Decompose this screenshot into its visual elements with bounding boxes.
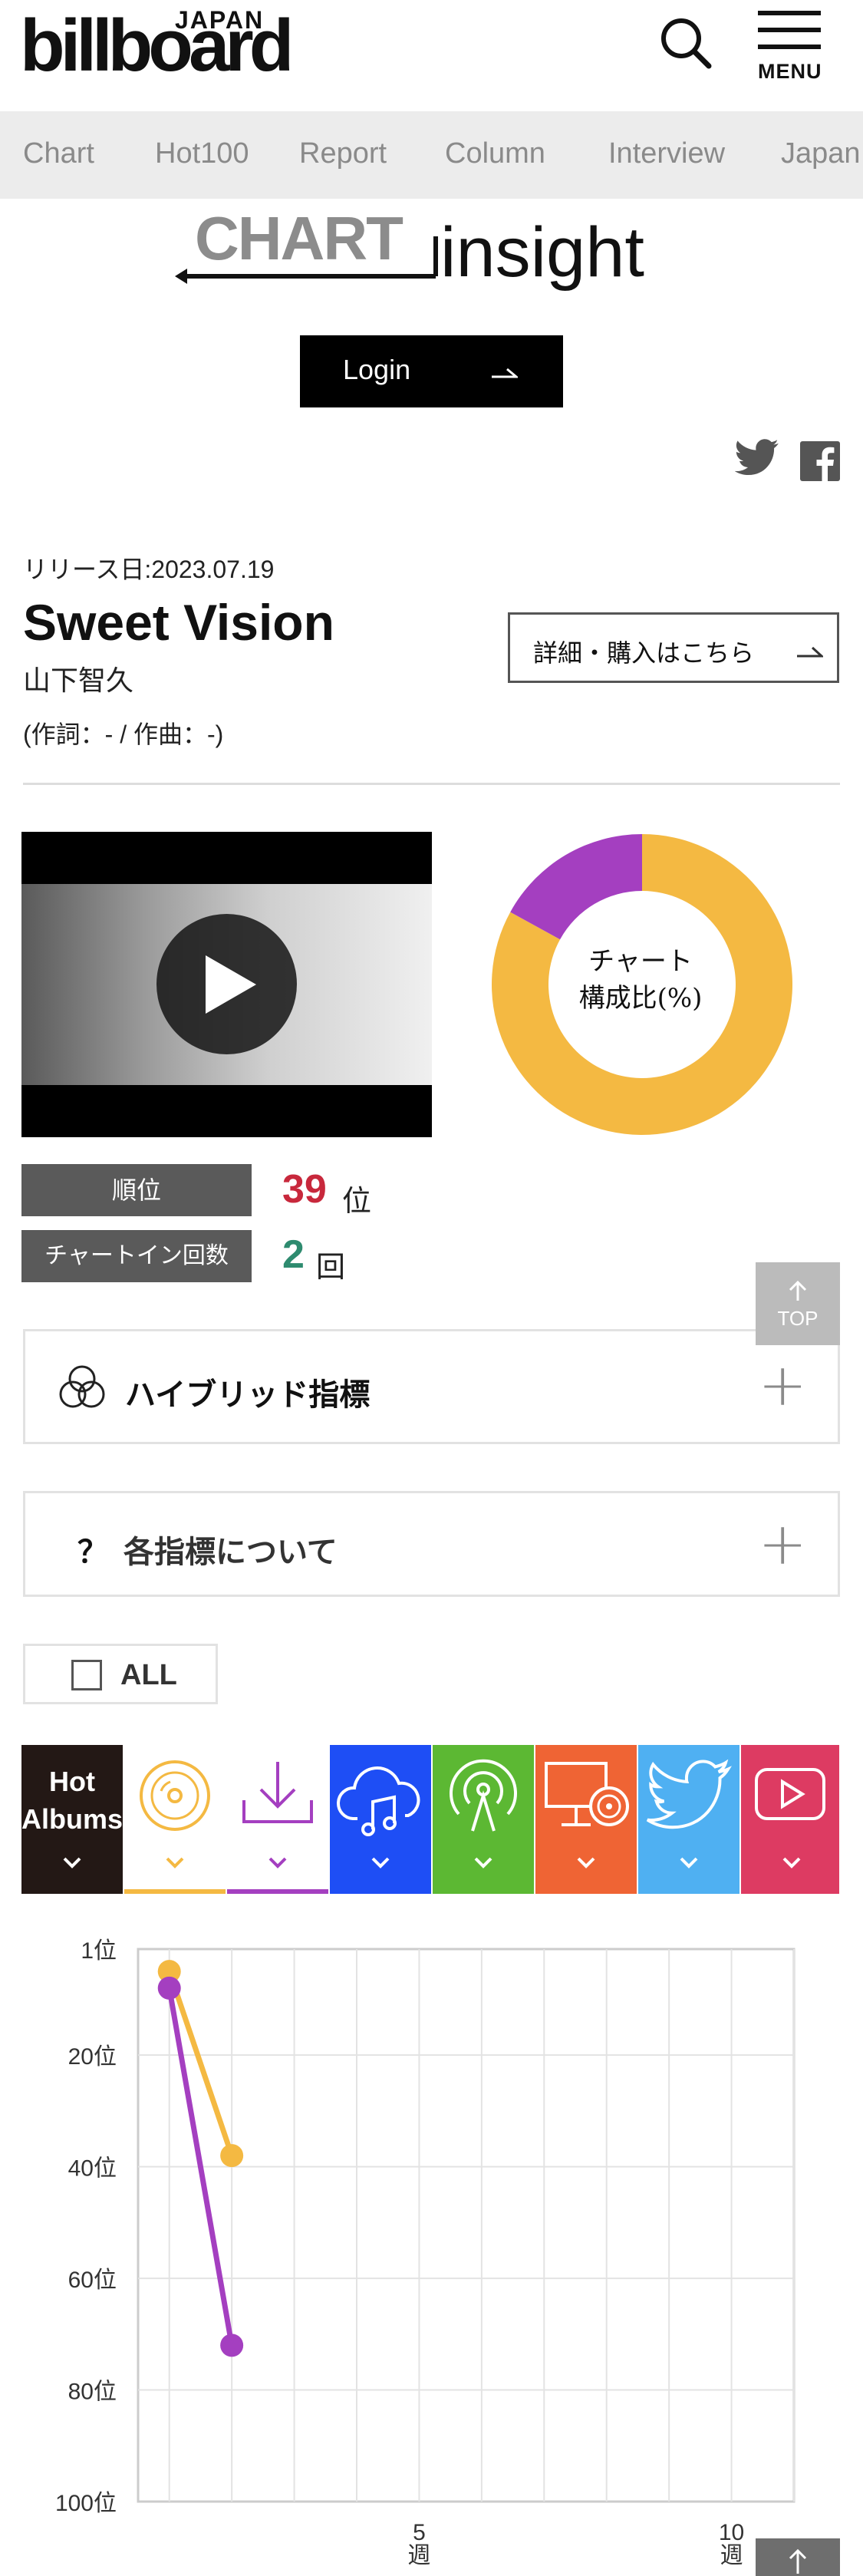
category-nav: Chart Hot100 Report Column Interview Jap… bbox=[0, 111, 863, 199]
question-mark-icon: ？ bbox=[77, 1535, 108, 1569]
download-icon bbox=[242, 1762, 313, 1823]
chevron-down-icon bbox=[474, 1857, 492, 1869]
tab-video[interactable] bbox=[741, 1745, 839, 1894]
all-checkbox[interactable] bbox=[71, 1660, 102, 1690]
search-icon[interactable] bbox=[658, 15, 713, 71]
rank-history-chart: 1位 20位 40位 60位 80位 100位 5 週 10 週 bbox=[55, 1938, 795, 2568]
buy-details-button[interactable]: 詳細・購入はこちら bbox=[508, 612, 839, 683]
insight-word: insight bbox=[440, 213, 644, 292]
y-tick-label: 40位 bbox=[68, 2156, 117, 2182]
nav-item-chart[interactable]: Chart bbox=[23, 137, 94, 170]
play-icon bbox=[206, 955, 256, 1014]
song-title: Sweet Vision bbox=[23, 594, 334, 651]
nav-item-interview[interactable]: Interview bbox=[608, 137, 725, 170]
x-tick-label: 5週 bbox=[407, 2520, 430, 2568]
tab-streaming[interactable] bbox=[330, 1745, 431, 1894]
donut-label-line1: チャート bbox=[588, 946, 693, 977]
nav-item-column[interactable]: Column bbox=[445, 137, 545, 170]
menu-label[interactable]: MENU bbox=[758, 60, 822, 84]
twitter-icon bbox=[646, 1759, 732, 1829]
tab-twitter[interactable] bbox=[638, 1745, 739, 1894]
cd-icon bbox=[140, 1760, 210, 1831]
chevron-down-icon bbox=[782, 1857, 801, 1869]
radio-tower-icon bbox=[450, 1759, 517, 1832]
songwriter-credit: (作詞：- / 作曲：-) bbox=[23, 721, 224, 748]
tab-lookup[interactable] bbox=[535, 1745, 637, 1894]
y-tick-label: 60位 bbox=[68, 2268, 117, 2293]
chevron-down-icon bbox=[63, 1857, 81, 1869]
billboard-logo[interactable]: billboard bbox=[20, 7, 294, 85]
y-tick-label: 80位 bbox=[68, 2380, 117, 2405]
tab-download[interactable] bbox=[227, 1745, 328, 1894]
arrow-up-icon bbox=[789, 2548, 807, 2574]
cloud-music-icon bbox=[336, 1766, 420, 1836]
chevron-down-icon bbox=[268, 1857, 287, 1869]
twitter-icon[interactable] bbox=[735, 439, 779, 476]
chart-insight-logo: CHART insight bbox=[175, 206, 644, 292]
play-button[interactable] bbox=[156, 914, 297, 1054]
data-point-sales[interactable] bbox=[220, 2144, 244, 2168]
hybrid-index-accordion[interactable]: ハイブリッド指標 + bbox=[23, 1329, 840, 1444]
venn-icon bbox=[59, 1365, 105, 1408]
menu-icon[interactable] bbox=[758, 9, 822, 57]
rank-badge: 順位 bbox=[21, 1164, 252, 1216]
back-to-top-button[interactable]: TOP bbox=[756, 1262, 840, 1345]
plus-icon: + bbox=[758, 1351, 807, 1419]
rank-unit: 位 bbox=[342, 1186, 372, 1218]
tab-hot-albums[interactable]: Hot Albums bbox=[21, 1745, 123, 1894]
login-button[interactable]: Login bbox=[300, 335, 563, 407]
y-tick-label: 20位 bbox=[68, 2044, 117, 2070]
chevron-down-icon bbox=[371, 1857, 390, 1869]
chart-in-count-unit: 回 bbox=[316, 1252, 346, 1284]
all-label: ALL bbox=[120, 1659, 177, 1691]
chevron-down-icon bbox=[577, 1857, 595, 1869]
chart-in-count-badge: チャートイン回数 bbox=[21, 1230, 252, 1282]
chart-word: CHART bbox=[195, 206, 404, 272]
y-tick-label: 100位 bbox=[55, 2491, 117, 2516]
nav-item-japan[interactable]: Japan bbox=[781, 137, 861, 170]
login-label: Login bbox=[343, 354, 411, 385]
all-toggle[interactable]: ALL bbox=[23, 1644, 218, 1704]
facebook-icon[interactable] bbox=[800, 441, 840, 481]
chart-in-count-value: 2 bbox=[282, 1232, 305, 1277]
divider bbox=[23, 783, 840, 785]
plus-icon: + bbox=[758, 1509, 807, 1578]
nav-item-hot100[interactable]: Hot100 bbox=[155, 137, 249, 170]
arrow-right-icon bbox=[492, 368, 518, 378]
tab-radio[interactable] bbox=[433, 1745, 534, 1894]
scroll-up-button[interactable] bbox=[756, 2538, 840, 2576]
x-tick-label: 10 週 bbox=[719, 2520, 744, 2568]
artist-name[interactable]: 山下智久 bbox=[23, 658, 133, 698]
pc-cd-icon bbox=[545, 1762, 629, 1826]
video-player[interactable] bbox=[21, 832, 432, 1137]
rank-value: 39 bbox=[282, 1167, 327, 1212]
about-indices-title: 各指標について bbox=[124, 1535, 338, 1569]
chevron-down-icon bbox=[680, 1857, 698, 1869]
hybrid-index-title: ハイブリッド指標 bbox=[125, 1378, 371, 1412]
arrow-right-icon bbox=[797, 646, 823, 658]
hot-albums-label: Hot Albums bbox=[21, 1766, 124, 1835]
about-indices-accordion[interactable]: ？ 各指標について + bbox=[23, 1491, 840, 1597]
play-video-icon bbox=[755, 1768, 825, 1820]
tab-sales[interactable] bbox=[124, 1745, 226, 1894]
donut-label: チャート 構成比(%) bbox=[564, 944, 717, 1017]
buy-details-label: 詳細・購入はこちら bbox=[533, 639, 755, 667]
arrow-up-icon bbox=[789, 1280, 807, 1301]
release-date: リリース日:2023.07.19 bbox=[23, 556, 275, 583]
donut-label-line2: 構成比(%) bbox=[578, 982, 703, 1014]
top-label: TOP bbox=[777, 1307, 819, 1330]
data-point-download[interactable] bbox=[157, 1976, 181, 2000]
data-point-download[interactable] bbox=[220, 2334, 244, 2357]
nav-item-report[interactable]: Report bbox=[299, 137, 387, 170]
chevron-down-icon bbox=[166, 1857, 184, 1869]
y-tick-label: 1位 bbox=[81, 1938, 117, 1964]
